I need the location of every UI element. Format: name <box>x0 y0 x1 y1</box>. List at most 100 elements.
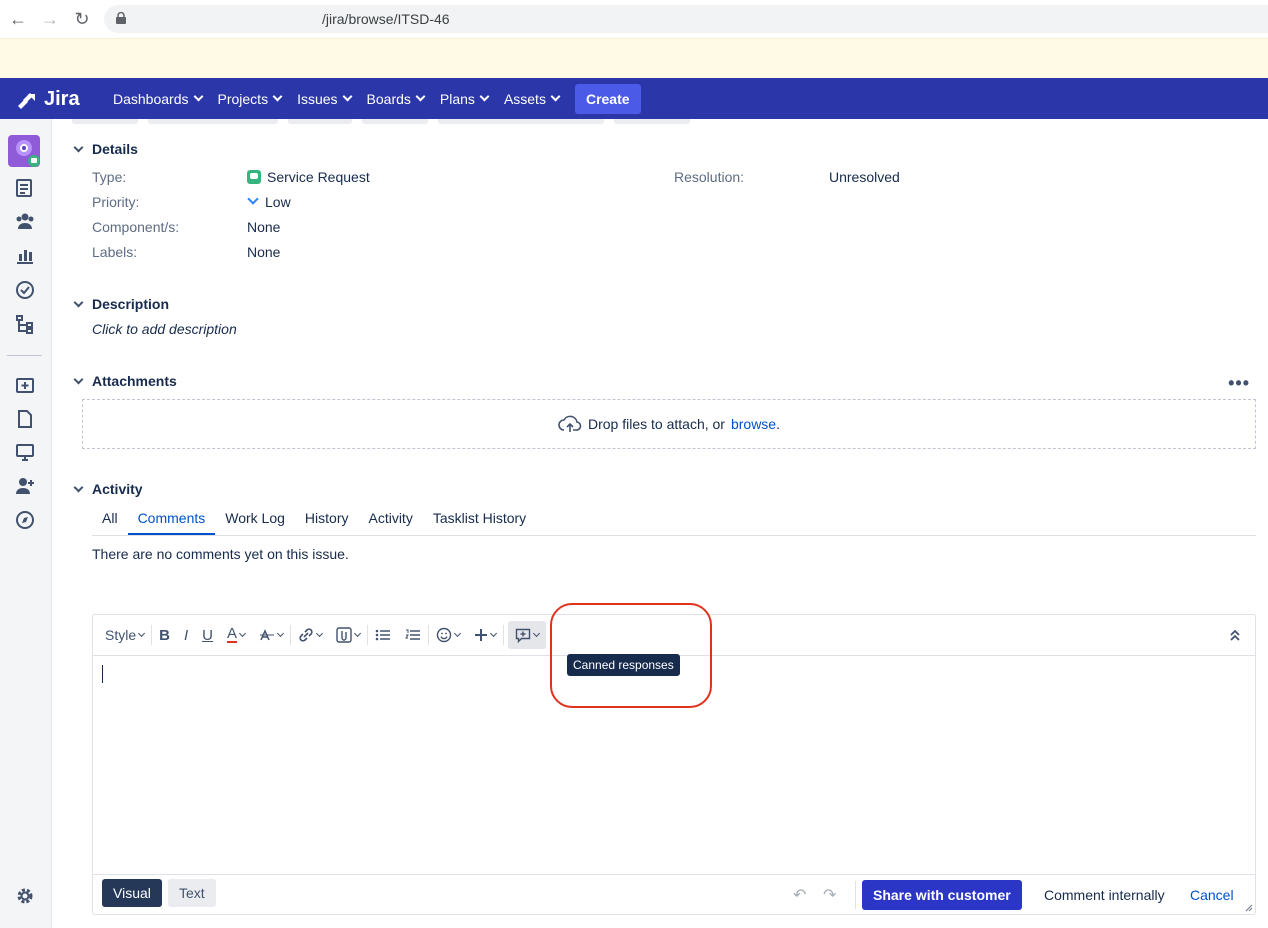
back-icon[interactable]: ← <box>8 9 28 29</box>
numbered-list-button[interactable] <box>398 621 428 649</box>
issues-tree-icon[interactable] <box>14 313 36 335</box>
cancel-button[interactable]: Cancel <box>1190 887 1234 903</box>
chevron-down-icon <box>72 375 84 387</box>
text-mode-tab[interactable]: Text <box>168 879 216 907</box>
browse-link[interactable]: browse <box>731 416 776 432</box>
menu-issues[interactable]: Issues <box>289 91 358 107</box>
type-value: Service Request <box>247 169 370 185</box>
text-color-dropdown[interactable]: A <box>220 621 252 649</box>
address-bar[interactable]: /jira/browse/ITSD-46 <box>104 5 1268 33</box>
chevron-down-icon <box>315 629 324 638</box>
priority-value[interactable]: Low <box>247 194 291 210</box>
link-dropdown[interactable] <box>291 621 329 649</box>
bullet-list-icon <box>375 629 390 641</box>
underline-button[interactable]: U <box>195 621 220 649</box>
settings-gear-icon[interactable] <box>14 885 36 907</box>
description-toggle[interactable]: Description <box>72 296 169 312</box>
redo-icon[interactable]: ↷ <box>823 885 836 905</box>
activity-toggle[interactable]: Activity <box>72 481 143 497</box>
resolution-value: Unresolved <box>829 169 900 185</box>
menu-projects[interactable]: Projects <box>210 91 290 107</box>
service-request-icon <box>247 170 261 184</box>
invite-team-icon[interactable] <box>14 475 36 497</box>
sidebar-divider <box>7 355 42 356</box>
numbered-list-icon <box>405 629 420 640</box>
issue-action-toolbar <box>72 119 690 124</box>
chevron-down-icon <box>193 91 203 102</box>
pages-icon[interactable] <box>14 408 36 430</box>
labels-value[interactable]: None <box>247 244 280 260</box>
style-dropdown[interactable]: Style <box>93 621 151 649</box>
paperclip-icon <box>336 627 352 643</box>
undo-icon[interactable]: ↶ <box>793 885 806 905</box>
share-with-customer-button[interactable]: Share with customer <box>862 880 1022 910</box>
tab-work-log[interactable]: Work Log <box>215 509 295 535</box>
chevron-down-icon <box>532 629 541 638</box>
menu-assets-label: Assets <box>503 90 546 107</box>
browser-toolbar: ← → ↻ /jira/browse/ITSD-46 <box>0 0 1268 38</box>
description-placeholder[interactable]: Click to add description <box>92 321 237 337</box>
emoji-dropdown[interactable] <box>429 621 467 649</box>
menu-plans[interactable]: Plans <box>432 91 496 107</box>
details-toggle[interactable]: Details <box>72 141 138 157</box>
visual-mode-tab[interactable]: Visual <box>102 879 162 907</box>
compass-icon[interactable] <box>14 509 36 531</box>
attachments-heading: Attachments <box>92 373 177 389</box>
action-button-4[interactable] <box>362 119 428 124</box>
forward-icon[interactable]: → <box>40 9 60 29</box>
collapse-toolbar-icon[interactable] <box>1229 628 1241 642</box>
canned-responses-dropdown[interactable] <box>508 621 546 649</box>
components-value[interactable]: None <box>247 219 280 235</box>
announcement-banner <box>0 38 1268 78</box>
link-icon <box>299 628 313 642</box>
editor-footer: Visual Text ↶ ↷ Share with customer Comm… <box>93 874 1255 914</box>
resolution-label: Resolution: <box>674 169 745 185</box>
insert-dropdown[interactable] <box>467 621 503 649</box>
attachments-toggle[interactable]: Attachments <box>72 373 177 389</box>
chevron-down-icon <box>272 91 283 102</box>
tab-comments[interactable]: Comments <box>127 509 216 535</box>
channels-icon[interactable] <box>14 441 36 463</box>
bullet-list-button[interactable] <box>368 621 398 649</box>
menu-issues-label: Issues <box>297 90 338 107</box>
bold-button[interactable]: B <box>152 621 177 649</box>
tab-all[interactable]: All <box>92 509 128 535</box>
action-button-3[interactable] <box>288 119 352 124</box>
attachment-dropdown[interactable] <box>329 621 367 649</box>
comment-internally-button[interactable]: Comment internally <box>1044 887 1165 903</box>
activity-heading: Activity <box>92 481 143 497</box>
action-button-6[interactable] <box>614 119 690 124</box>
plus-icon <box>475 629 487 641</box>
reports-icon[interactable] <box>14 244 36 266</box>
menu-boards[interactable]: Boards <box>359 91 432 107</box>
action-button-5[interactable] <box>438 119 604 124</box>
tab-tasklist-history[interactable]: Tasklist History <box>423 509 536 535</box>
attachments-more-button[interactable]: ••• <box>1228 373 1250 394</box>
chevron-down-icon <box>72 483 84 495</box>
jira-logo[interactable]: Jira <box>16 88 80 111</box>
italic-button[interactable]: I <box>177 621 195 649</box>
raise-request-icon[interactable] <box>14 374 36 396</box>
details-heading: Details <box>92 141 138 157</box>
more-formatting-dropdown[interactable] <box>252 621 290 649</box>
attachment-dropzone[interactable]: Drop files to attach, or browse. <box>82 399 1256 449</box>
reload-icon[interactable]: ↻ <box>72 9 92 29</box>
menu-dashboards[interactable]: Dashboards <box>105 91 210 107</box>
tab-activity[interactable]: Activity <box>358 509 422 535</box>
project-avatar[interactable] <box>8 135 40 167</box>
queues-icon[interactable] <box>14 177 36 199</box>
menu-dashboards-label: Dashboards <box>113 90 189 107</box>
action-button-1[interactable] <box>72 119 138 124</box>
priority-label: Priority: <box>92 194 140 210</box>
menu-boards-label: Boards <box>366 90 411 107</box>
customers-icon[interactable] <box>14 210 36 232</box>
menu-assets[interactable]: Assets <box>496 91 567 107</box>
create-button[interactable]: Create <box>574 83 641 114</box>
description-heading: Description <box>92 296 170 312</box>
tab-history[interactable]: History <box>295 509 359 535</box>
main-menu: Dashboards Projects Issues Boards Plans … <box>105 78 641 119</box>
type-value-text: Service Request <box>267 169 370 185</box>
text-color-label: A <box>226 625 237 643</box>
action-button-2[interactable] <box>148 119 278 124</box>
knowledge-check-icon[interactable] <box>14 279 36 301</box>
